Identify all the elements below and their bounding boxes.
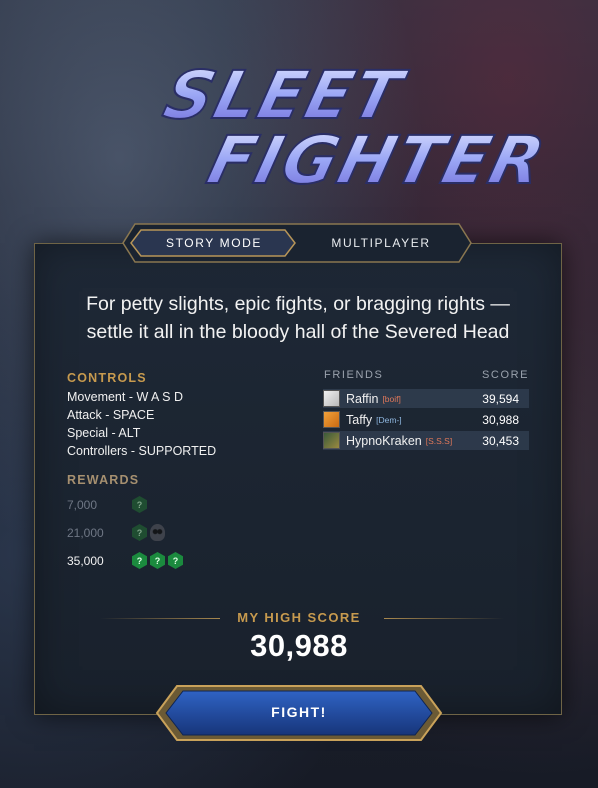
mode-tabs: STORY MODE MULTIPLAYER xyxy=(121,222,473,264)
friend-guild-tag: [boif] xyxy=(382,393,401,404)
reward-icons: ? xyxy=(132,524,165,541)
control-special: Special - ALT xyxy=(67,426,141,440)
rewards-heading: REWARDS xyxy=(67,473,140,487)
friend-score: 30,988 xyxy=(482,412,519,427)
high-score-value: 30,988 xyxy=(250,628,348,663)
tagline: For petty slights, epic fights, or bragg… xyxy=(34,290,562,346)
friends-heading: FRIENDS xyxy=(324,369,384,381)
friend-name: Taffy xyxy=(346,412,373,427)
mystery-hex-icon[interactable]: ? xyxy=(132,524,147,541)
friend-row[interactable]: HypnoKraken [S.S.S] 30,453 xyxy=(323,431,529,450)
control-attack: Attack - SPACE xyxy=(67,408,155,422)
friend-row[interactable]: Raffin [boif] 39,594 xyxy=(323,389,529,408)
reward-row: 35,000 xyxy=(67,554,104,568)
avatar xyxy=(323,390,340,407)
tagline-line1: For petty slights, epic fights, or bragg… xyxy=(86,293,510,315)
mystery-hex-icon[interactable]: ? xyxy=(132,496,147,513)
score-heading: SCORE xyxy=(482,369,530,381)
tagline-line2: settle it all in the bloody hall of the … xyxy=(86,321,510,343)
control-movement: Movement - W A S D xyxy=(67,390,184,404)
reward-row: 7,000 xyxy=(67,498,98,512)
avatar xyxy=(323,432,340,449)
reward-icons: ? ? ? xyxy=(132,552,183,569)
mystery-hex-icon[interactable]: ? xyxy=(132,552,147,569)
friend-name: Raffin xyxy=(346,391,379,406)
friend-score: 39,594 xyxy=(482,391,519,406)
fight-button-label: FIGHT! xyxy=(271,704,327,720)
high-score-label: MY HIGH SCORE xyxy=(237,610,361,625)
friend-score: 30,453 xyxy=(482,433,519,448)
tab-multiplayer[interactable]: MULTIPLAYER xyxy=(301,222,461,264)
friend-guild-tag: [Dem-] xyxy=(376,414,402,425)
reward-icons: ? xyxy=(132,496,147,513)
fight-button[interactable]: FIGHT! xyxy=(155,684,443,742)
logo-line2: FIGHTER xyxy=(200,122,553,199)
control-controllers: Controllers - SUPPORTED xyxy=(67,444,217,458)
skull-icon[interactable] xyxy=(150,524,165,541)
mystery-hex-icon[interactable]: ? xyxy=(168,552,183,569)
tab-story-mode[interactable]: STORY MODE xyxy=(135,222,293,264)
reward-row: 21,000 xyxy=(67,526,104,540)
friend-guild-tag: [S.S.S] xyxy=(425,435,453,446)
controls-heading: CONTROLS xyxy=(67,371,147,385)
game-logo: SLEET FIGHTER xyxy=(156,56,555,200)
mystery-hex-icon[interactable]: ? xyxy=(150,552,165,569)
friend-row[interactable]: Taffy [Dem-] 30,988 xyxy=(323,410,529,429)
avatar xyxy=(323,411,340,428)
friend-name: HypnoKraken xyxy=(346,433,422,448)
